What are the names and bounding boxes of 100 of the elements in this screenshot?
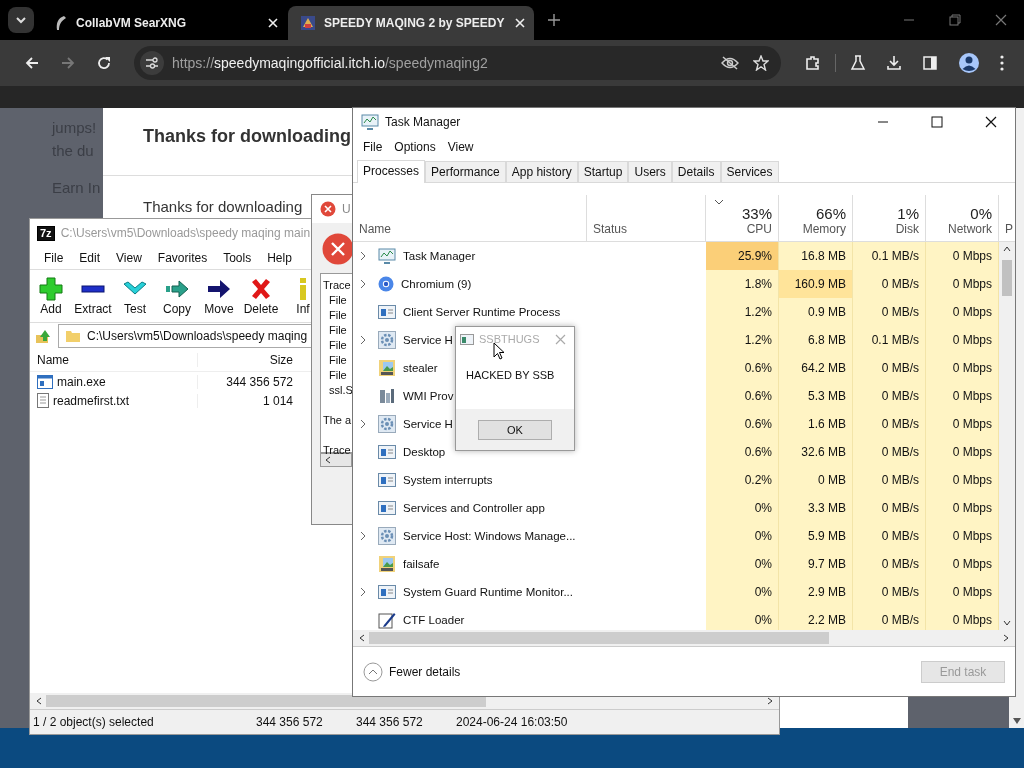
column-header[interactable]: 33% CPU (706, 195, 779, 241)
maximize-icon[interactable] (931, 116, 943, 128)
toolbar-button[interactable]: Extract (72, 276, 114, 316)
scroll-up-icon[interactable] (1003, 246, 1011, 252)
close-tab-icon[interactable] (512, 16, 527, 30)
menu-item[interactable]: Tools (215, 251, 260, 265)
cpu-cell: 0.6% (706, 438, 779, 466)
status-text: 344 356 572 (255, 715, 324, 729)
disk-cell: 0 MB/s (853, 578, 926, 606)
menu-item[interactable]: View (108, 251, 150, 265)
flask-icon[interactable] (850, 55, 866, 71)
app-window-icon (378, 473, 396, 487)
sort-caret-icon (714, 199, 724, 205)
page-heading: Thanks for downloading (143, 126, 351, 146)
status-text: 1 / 2 object(s) selected (32, 715, 155, 729)
expand-chevron-icon[interactable] (360, 335, 366, 345)
feather-icon (54, 15, 68, 31)
column-header[interactable]: 66% Memory (779, 195, 853, 241)
horizontal-scrollbar[interactable] (320, 453, 352, 467)
scroll-down-icon[interactable] (1012, 718, 1021, 724)
toolbar-button[interactable]: Add (30, 276, 72, 316)
back-icon[interactable] (24, 55, 40, 71)
profile-icon[interactable] (958, 52, 980, 74)
scroll-right-icon[interactable] (767, 697, 773, 705)
cpu-cell: 0.2% (706, 466, 779, 494)
traceback-line: File (328, 353, 347, 368)
puzzle-icon[interactable] (805, 55, 821, 71)
memory-cell: 64.2 MB (779, 354, 853, 382)
expand-chevron-icon[interactable] (360, 419, 366, 429)
plus-icon (38, 276, 64, 302)
column-header[interactable]: Size (197, 353, 293, 367)
browser-tab[interactable]: CollabVM SearXNG (42, 6, 288, 40)
scroll-left-icon[interactable] (36, 697, 42, 705)
tab[interactable]: Services (720, 161, 779, 182)
toolbar-button[interactable]: Copy (156, 276, 198, 316)
scroll-left-icon[interactable] (325, 456, 331, 464)
expand-chevron-icon[interactable] (360, 531, 366, 541)
menu-item[interactable]: Help (259, 251, 300, 265)
tab[interactable]: Processes (357, 160, 426, 183)
tab[interactable]: App history (505, 161, 578, 182)
column-header[interactable]: Name (30, 353, 197, 367)
address-bar[interactable]: https://speedymaqingofficial.itch.io/speedymaqing2 (134, 46, 781, 80)
ok-button[interactable]: OK (478, 419, 552, 440)
expand-chevron-icon[interactable] (360, 251, 366, 261)
disk-cell: 0 MB/s (853, 382, 926, 410)
menu-item[interactable]: Edit (71, 251, 109, 265)
toolbar-button[interactable]: Delete (240, 276, 282, 316)
new-tab-icon[interactable] (548, 14, 560, 26)
memory-cell: 2.2 MB (779, 606, 853, 630)
memory-cell: 2.9 MB (779, 578, 853, 606)
download-icon[interactable] (886, 55, 902, 71)
menu-item[interactable]: View (441, 140, 480, 154)
column-header[interactable]: P (999, 195, 1015, 241)
close-tab-icon[interactable] (266, 16, 280, 30)
fewer-details-button[interactable]: Fewer details (363, 661, 461, 682)
scroll-right-icon[interactable] (1003, 634, 1009, 642)
network-cell: 0 Mbps (926, 606, 999, 630)
reload-icon[interactable] (96, 55, 112, 71)
gear-icon (378, 331, 396, 349)
toolbar-button[interactable]: Move (198, 276, 240, 316)
menu-item[interactable]: Favorites (149, 251, 216, 265)
tab[interactable]: Startup (577, 161, 629, 182)
scrollbar-thumb[interactable] (1002, 260, 1012, 296)
menu-item[interactable]: File (36, 251, 72, 265)
cpu-cell: 1.2% (706, 298, 779, 326)
vertical-scrollbar[interactable] (999, 242, 1015, 630)
file-name[interactable]: readmefirst.txt (30, 393, 197, 408)
sidebar-icon[interactable] (922, 55, 938, 71)
expand-chevron-icon[interactable] (360, 587, 366, 597)
eye-off-icon[interactable] (721, 56, 739, 70)
memory-cell: 3.3 MB (779, 494, 853, 522)
memory-cell: 5.9 MB (779, 522, 853, 550)
app-window-icon (460, 333, 474, 345)
site-info-icon[interactable] (140, 51, 164, 75)
menu-item[interactable]: File (357, 140, 389, 154)
close-icon[interactable] (985, 116, 997, 128)
column-header[interactable]: 1% Disk (853, 195, 926, 241)
column-header[interactable]: 0% Network (926, 195, 999, 241)
column-header[interactable]: Status (587, 195, 706, 241)
column-header[interactable]: Name (353, 195, 587, 241)
menu-icon[interactable] (1000, 55, 1004, 71)
image-file-icon (378, 359, 396, 377)
network-cell: 0 Mbps (926, 326, 999, 354)
memory-cell: 160.9 MB (779, 270, 853, 298)
file-name[interactable]: main.exe (30, 374, 197, 389)
star-icon[interactable] (753, 55, 769, 71)
expand-chevron-icon[interactable] (360, 279, 366, 289)
tab[interactable]: Details (671, 161, 721, 182)
tab-list-button[interactable] (8, 7, 34, 33)
horizontal-scrollbar[interactable] (353, 630, 1015, 646)
scroll-left-icon[interactable] (359, 634, 365, 642)
tab[interactable]: Performance (425, 161, 506, 182)
process-name: Services and Controller app (403, 502, 545, 514)
browser-tab[interactable]: SPEEDY MAQING 2 by SPEEDY (288, 6, 534, 40)
tab[interactable]: Users (628, 161, 672, 182)
restore-icon[interactable] (949, 14, 961, 26)
scroll-down-icon[interactable] (1003, 620, 1011, 626)
chevron-down-icon (15, 16, 27, 24)
menu-item[interactable]: Options (388, 140, 442, 154)
toolbar-button[interactable]: Test (114, 276, 156, 316)
